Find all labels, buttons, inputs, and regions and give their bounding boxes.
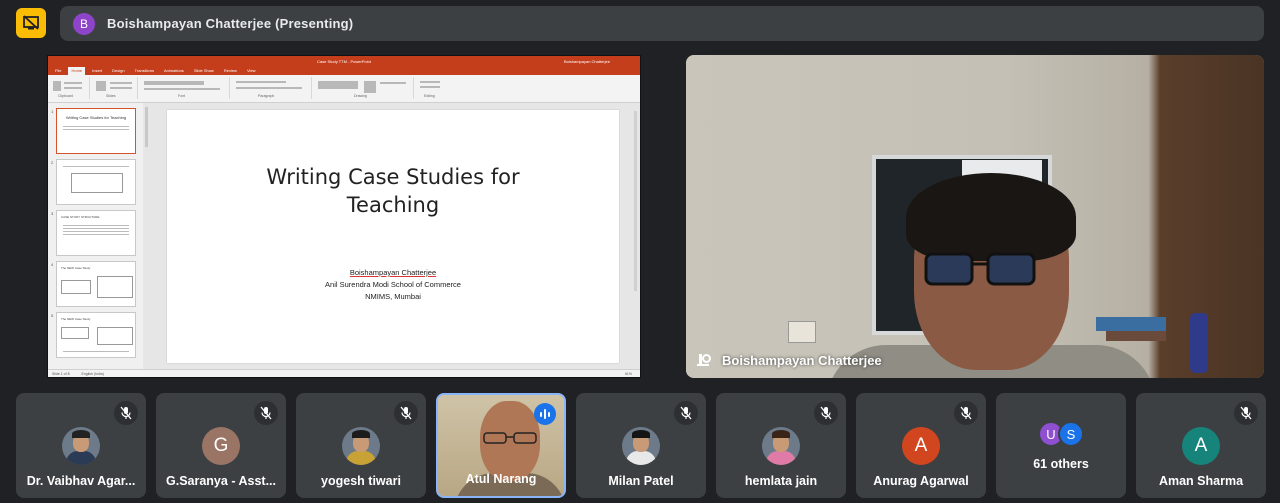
participant-tile[interactable]: U S 61 others xyxy=(996,393,1126,498)
participant-name: hemlata jain xyxy=(744,474,818,488)
participant-tile[interactable]: Milan Patel xyxy=(576,393,706,498)
avatar: A xyxy=(902,427,940,465)
mic-off-icon xyxy=(1234,401,1258,425)
presenter-video-tile[interactable]: Boishampayan Chatterjee xyxy=(686,55,1264,378)
ppt-status-bar: Slide 1 of 8 English (India) 61% xyxy=(48,369,640,377)
participant-tile[interactable]: hemlata jain xyxy=(716,393,846,498)
ppt-tab-review[interactable]: Review xyxy=(221,67,240,75)
thumbnail-scrollbar[interactable] xyxy=(145,107,148,147)
participant-tile[interactable]: yogesh tiwari xyxy=(296,393,426,498)
slide-location: NMIMS, Mumbai xyxy=(365,292,421,301)
slide-thumbnail[interactable]: Writing Case Studies for Teaching xyxy=(56,108,136,154)
mic-off-icon xyxy=(954,401,978,425)
avatar: A xyxy=(1182,427,1220,465)
ppt-tab-insert[interactable]: Insert xyxy=(89,67,105,75)
present-stop-icon xyxy=(23,15,39,30)
ppt-ribbon-tabs: File Home Insert Design Transitions Animation… xyxy=(48,66,640,75)
slide-title: Writing Case Studies for Teaching xyxy=(266,165,520,217)
ppt-tab-file[interactable]: File xyxy=(52,67,64,75)
presenter-name-label: Boishampayan Chatterjee xyxy=(696,352,882,368)
participant-tile[interactable]: A Aman Sharma xyxy=(1136,393,1266,498)
participant-tile[interactable]: Dr. Vaibhav Agar... xyxy=(16,393,146,498)
current-slide[interactable]: Writing Case Studies for Teaching Boisha… xyxy=(167,110,619,363)
ppt-tab-view[interactable]: View xyxy=(244,67,259,75)
participant-name: G.Saranya - Asst... xyxy=(166,474,276,488)
mic-off-icon xyxy=(394,401,418,425)
ppt-ribbon: Clipboard Slides Font Paragraph Drawing … xyxy=(48,75,640,103)
participant-name: yogesh tiwari xyxy=(321,474,401,488)
mic-off-icon xyxy=(814,401,838,425)
others-count: 61 others xyxy=(1033,457,1089,471)
presenting-banner[interactable]: B Boishampayan Chatterjee (Presenting) xyxy=(60,6,1264,41)
slide-thumbnail[interactable] xyxy=(56,159,136,205)
stop-presenting-button[interactable] xyxy=(16,8,46,38)
speaking-indicator-icon xyxy=(534,403,556,425)
avatar xyxy=(622,427,660,465)
participant-name: Anurag Agarwal xyxy=(873,474,969,488)
slide-scrollbar[interactable] xyxy=(634,111,637,291)
participant-tile[interactable]: G G.Saranya - Asst... xyxy=(156,393,286,498)
ppt-titlebar: Case Study TTM - PowerPoint Boishampayan… xyxy=(48,56,640,66)
ppt-workspace: 1 Writing Case Studies for Teaching 2 3 … xyxy=(48,103,640,369)
mic-off-icon xyxy=(254,401,278,425)
avatar xyxy=(342,427,380,465)
ppt-tab-slide-show[interactable]: Slide Show xyxy=(191,67,217,75)
ppt-tab-home[interactable]: Home xyxy=(68,67,86,75)
others-avatars: US xyxy=(1038,421,1084,447)
ppt-app-title: Case Study TTM - PowerPoint xyxy=(317,58,371,64)
shared-screen[interactable]: Case Study TTM - PowerPoint Boishampayan… xyxy=(47,55,641,378)
slide-subtitle: Boishampayan Chatterjee Anil Surendra Mo… xyxy=(167,267,619,303)
avatar xyxy=(62,427,100,465)
slide-thumbnail[interactable]: The NEW Case Study xyxy=(56,312,136,358)
presenting-label: Boishampayan Chatterjee (Presenting) xyxy=(107,16,354,31)
presenter-avatar: B xyxy=(73,12,95,35)
slide-thumbnail[interactable]: CASE STUDY STRUCTURE xyxy=(56,210,136,256)
ppt-tab-animations[interactable]: Animations xyxy=(161,67,187,75)
slide-thumbnails[interactable]: 1 Writing Case Studies for Teaching 2 3 … xyxy=(48,103,143,369)
slide-author: Boishampayan Chatterjee xyxy=(349,268,437,277)
ppt-tab-design[interactable]: Design xyxy=(109,67,127,75)
participant-name: Milan Patel xyxy=(608,474,674,488)
slide-thumbnail[interactable]: The NEW Case Study xyxy=(56,261,136,307)
participant-name: Atul Narang xyxy=(465,472,537,486)
pin-icon xyxy=(697,354,711,366)
avatar: S xyxy=(1058,421,1084,447)
participant-tile[interactable]: Atul Narang xyxy=(436,393,566,498)
participant-name: Dr. Vaibhav Agar... xyxy=(26,474,136,488)
avatar xyxy=(762,427,800,465)
slide-school: Anil Surendra Modi School of Commerce xyxy=(325,280,461,289)
mic-off-icon xyxy=(674,401,698,425)
avatar: G xyxy=(202,427,240,465)
participant-name: Aman Sharma xyxy=(1158,474,1244,488)
ppt-tab-transitions[interactable]: Transitions xyxy=(132,67,157,75)
mic-off-icon xyxy=(114,401,138,425)
ppt-user: Boishampayan Chatterjee xyxy=(563,58,610,64)
participant-tile[interactable]: A Anurag Agarwal xyxy=(856,393,986,498)
